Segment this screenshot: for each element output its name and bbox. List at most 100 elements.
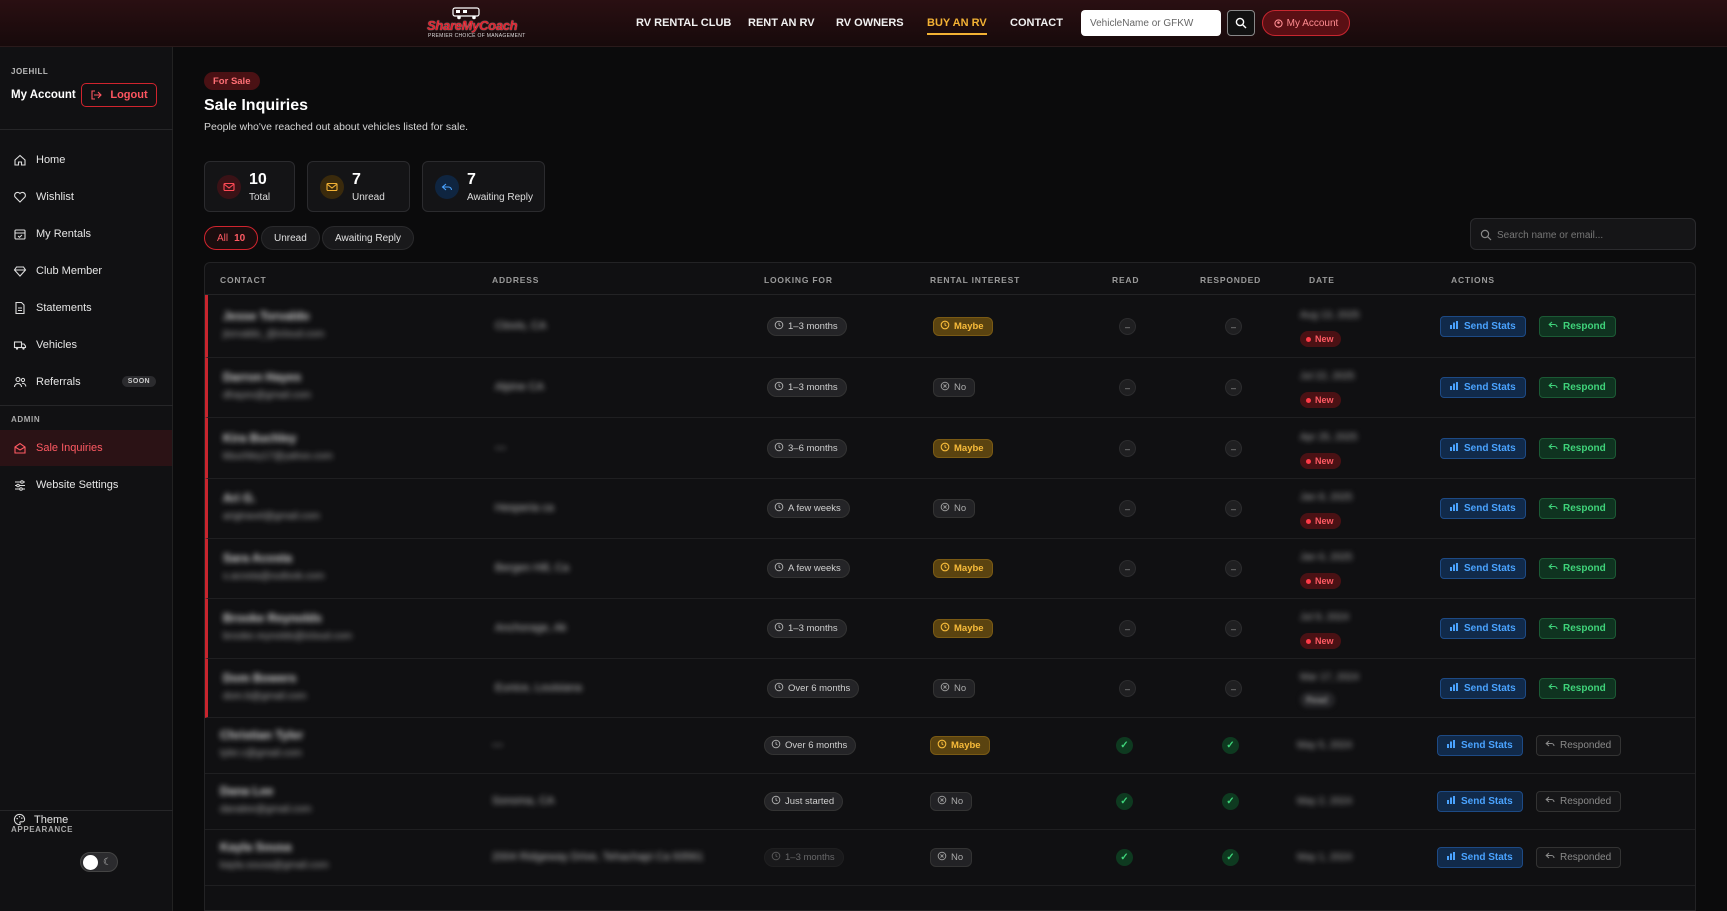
send-stats-button[interactable]: Send Stats xyxy=(1440,498,1526,519)
clock-icon xyxy=(940,622,950,635)
column-header-responded[interactable]: RESPONDED xyxy=(1200,275,1261,285)
respond-button[interactable]: Respond xyxy=(1539,558,1616,579)
sidebar-my-account[interactable]: My Account xyxy=(11,89,76,101)
stat-card-unread: 7 Unread xyxy=(307,161,410,212)
sidebar-item-home[interactable]: Home xyxy=(0,142,172,178)
table-row[interactable]: Jesse Torvaldo jtorvaldo_@icloud.com Clovi… xyxy=(205,295,1695,358)
table-row[interactable]: Christian Tyler tyler.c@gmail.com — Over 6 … xyxy=(205,718,1695,774)
send-stats-button[interactable]: Send Stats xyxy=(1440,377,1526,398)
reply-icon xyxy=(1545,795,1555,808)
contact-name: Sara Acosta xyxy=(223,551,292,565)
new-badge: New xyxy=(1300,633,1341,649)
read-dash: – xyxy=(1119,680,1136,697)
looking-for-pill: 1–3 months xyxy=(764,848,844,867)
reply-icon xyxy=(1548,381,1558,394)
table-row[interactable]: Dom Bowers dom.b@gmail.com Eunice, Louisia… xyxy=(205,659,1695,718)
read-dash: – xyxy=(1119,379,1136,396)
clock-icon xyxy=(774,320,784,333)
contact-address: — xyxy=(495,442,506,454)
column-header-looking-for[interactable]: LOOKING FOR xyxy=(764,275,833,285)
responded-button[interactable]: Responded xyxy=(1536,735,1622,756)
rental-interest-badge: Maybe xyxy=(933,559,993,578)
nav-buy-an-rv[interactable]: BUY AN RV xyxy=(927,17,987,35)
table-row[interactable]: Darron Hayes dhayes@gmail.com Alpine CA 1–3… xyxy=(205,358,1695,418)
read-dash: – xyxy=(1119,500,1136,517)
new-badge: New xyxy=(1300,573,1341,589)
contact-address: Hesperia ca xyxy=(495,502,554,514)
responded-button[interactable]: Responded xyxy=(1536,791,1622,812)
sidebar-item-referrals[interactable]: Referrals SOON xyxy=(0,364,172,400)
send-stats-button[interactable]: Send Stats xyxy=(1437,791,1523,812)
theme-label: Theme xyxy=(34,813,69,826)
sidebar-item-sale-inquiries[interactable]: Sale Inquiries xyxy=(0,430,172,466)
respond-label: Respond xyxy=(1563,382,1606,393)
sidebar-item-website-settings[interactable]: Website Settings xyxy=(0,467,172,503)
responded-button[interactable]: Responded xyxy=(1536,847,1622,868)
table-row[interactable]: Dana Lee danalee@gmail.com Sonoma, CA Just … xyxy=(205,774,1695,830)
send-stats-button[interactable]: Send Stats xyxy=(1437,847,1523,868)
looking-for-text: Over 6 months xyxy=(788,683,851,694)
table-row[interactable]: Sara Acosta s.acosta@outlook.com Bergen Hi… xyxy=(205,539,1695,599)
contact-email: danalee@gmail.com xyxy=(220,804,312,815)
looking-for-text: 1–3 months xyxy=(788,321,838,332)
column-header-date[interactable]: DATE xyxy=(1309,275,1335,285)
sidebar-item-statements[interactable]: Statements xyxy=(0,290,172,326)
send-stats-label: Send Stats xyxy=(1464,563,1516,574)
nav-rent-an-rv[interactable]: RENT AN RV xyxy=(748,17,815,29)
home-icon xyxy=(14,154,26,166)
sidebar-item-wishlist[interactable]: Wishlist xyxy=(0,179,172,215)
nav-contact[interactable]: CONTACT xyxy=(1010,17,1063,29)
table-row[interactable]: Kira Buchley kbuchley17@yahoo.com — 3–6 mon… xyxy=(205,418,1695,479)
filter-tab-awaiting-reply[interactable]: Awaiting Reply xyxy=(322,226,414,250)
nav-search-button[interactable] xyxy=(1227,10,1255,36)
respond-button[interactable]: Respond xyxy=(1539,498,1616,519)
filter-tab-label: Awaiting Reply xyxy=(335,232,401,244)
responded-dash: – xyxy=(1225,440,1242,457)
send-stats-button[interactable]: Send Stats xyxy=(1440,678,1526,699)
table-search-input[interactable] xyxy=(1497,227,1687,243)
logout-button[interactable]: Logout xyxy=(81,83,157,107)
my-account-button[interactable]: My Account xyxy=(1262,10,1350,36)
send-stats-button[interactable]: Send Stats xyxy=(1440,316,1526,337)
rental-interest-badge: No xyxy=(930,792,973,811)
contact-address: Eunice, Louisiana xyxy=(495,682,582,694)
users-icon xyxy=(13,376,27,388)
filter-tab-all[interactable]: All 10 xyxy=(204,226,259,250)
nav-rv-owners[interactable]: RV OWNERS xyxy=(836,17,904,29)
respond-button[interactable]: Respond xyxy=(1539,377,1616,398)
new-badge: New xyxy=(1300,392,1341,408)
stat-value: 7 xyxy=(467,171,476,188)
respond-label: Respond xyxy=(1563,683,1606,694)
send-stats-button[interactable]: Send Stats xyxy=(1437,735,1523,756)
theme-toggle[interactable]: ☾ xyxy=(80,852,118,872)
sidebar-item-club-member[interactable]: Club Member xyxy=(0,253,172,289)
looking-for-pill: Just started xyxy=(764,792,844,811)
sidebar-item-vehicles[interactable]: Vehicles xyxy=(0,327,172,363)
column-header-contact[interactable]: CONTACT xyxy=(220,275,267,285)
send-stats-button[interactable]: Send Stats xyxy=(1440,558,1526,579)
truck-icon xyxy=(13,341,27,350)
dot-icon xyxy=(1306,518,1311,524)
send-stats-button[interactable]: Send Stats xyxy=(1440,618,1526,639)
stat-card-total: 10 Total xyxy=(204,161,295,212)
respond-button[interactable]: Respond xyxy=(1539,678,1616,699)
nav-search-input[interactable] xyxy=(1081,10,1221,36)
respond-button[interactable]: Respond xyxy=(1539,316,1616,337)
nav-rv-rental-club[interactable]: RV RENTAL CLUB xyxy=(636,17,731,29)
reply-icon xyxy=(1548,442,1558,455)
column-header-address[interactable]: ADDRESS xyxy=(492,275,539,285)
table-row[interactable]: Kayla Sousa kayla.sousa@gmail.com 2004 Rid… xyxy=(205,830,1695,886)
inquiry-date: Jan 8, 2025 xyxy=(1300,492,1353,503)
logo[interactable]: ShareMyCoach PREMIER CHOICE OF MANAGEMEN… xyxy=(425,6,525,40)
column-header-actions: ACTIONS xyxy=(1451,275,1495,285)
filter-tab-unread[interactable]: Unread xyxy=(261,226,320,250)
contact-name: Darron Hayes xyxy=(223,370,302,384)
respond-button[interactable]: Respond xyxy=(1539,438,1616,459)
send-stats-button[interactable]: Send Stats xyxy=(1440,438,1526,459)
table-row[interactable]: Ari G. arigtravel@gmail.com Hesperia ca A f… xyxy=(205,479,1695,539)
column-header-rental-interest[interactable]: RENTAL INTEREST xyxy=(930,275,1020,285)
table-row[interactable]: Brooke Reynolds brooke.reynolds@icloud.co… xyxy=(205,599,1695,659)
respond-button[interactable]: Respond xyxy=(1539,618,1616,639)
column-header-read[interactable]: READ xyxy=(1112,275,1139,285)
sidebar-item-my-rentals[interactable]: My Rentals xyxy=(0,216,172,252)
